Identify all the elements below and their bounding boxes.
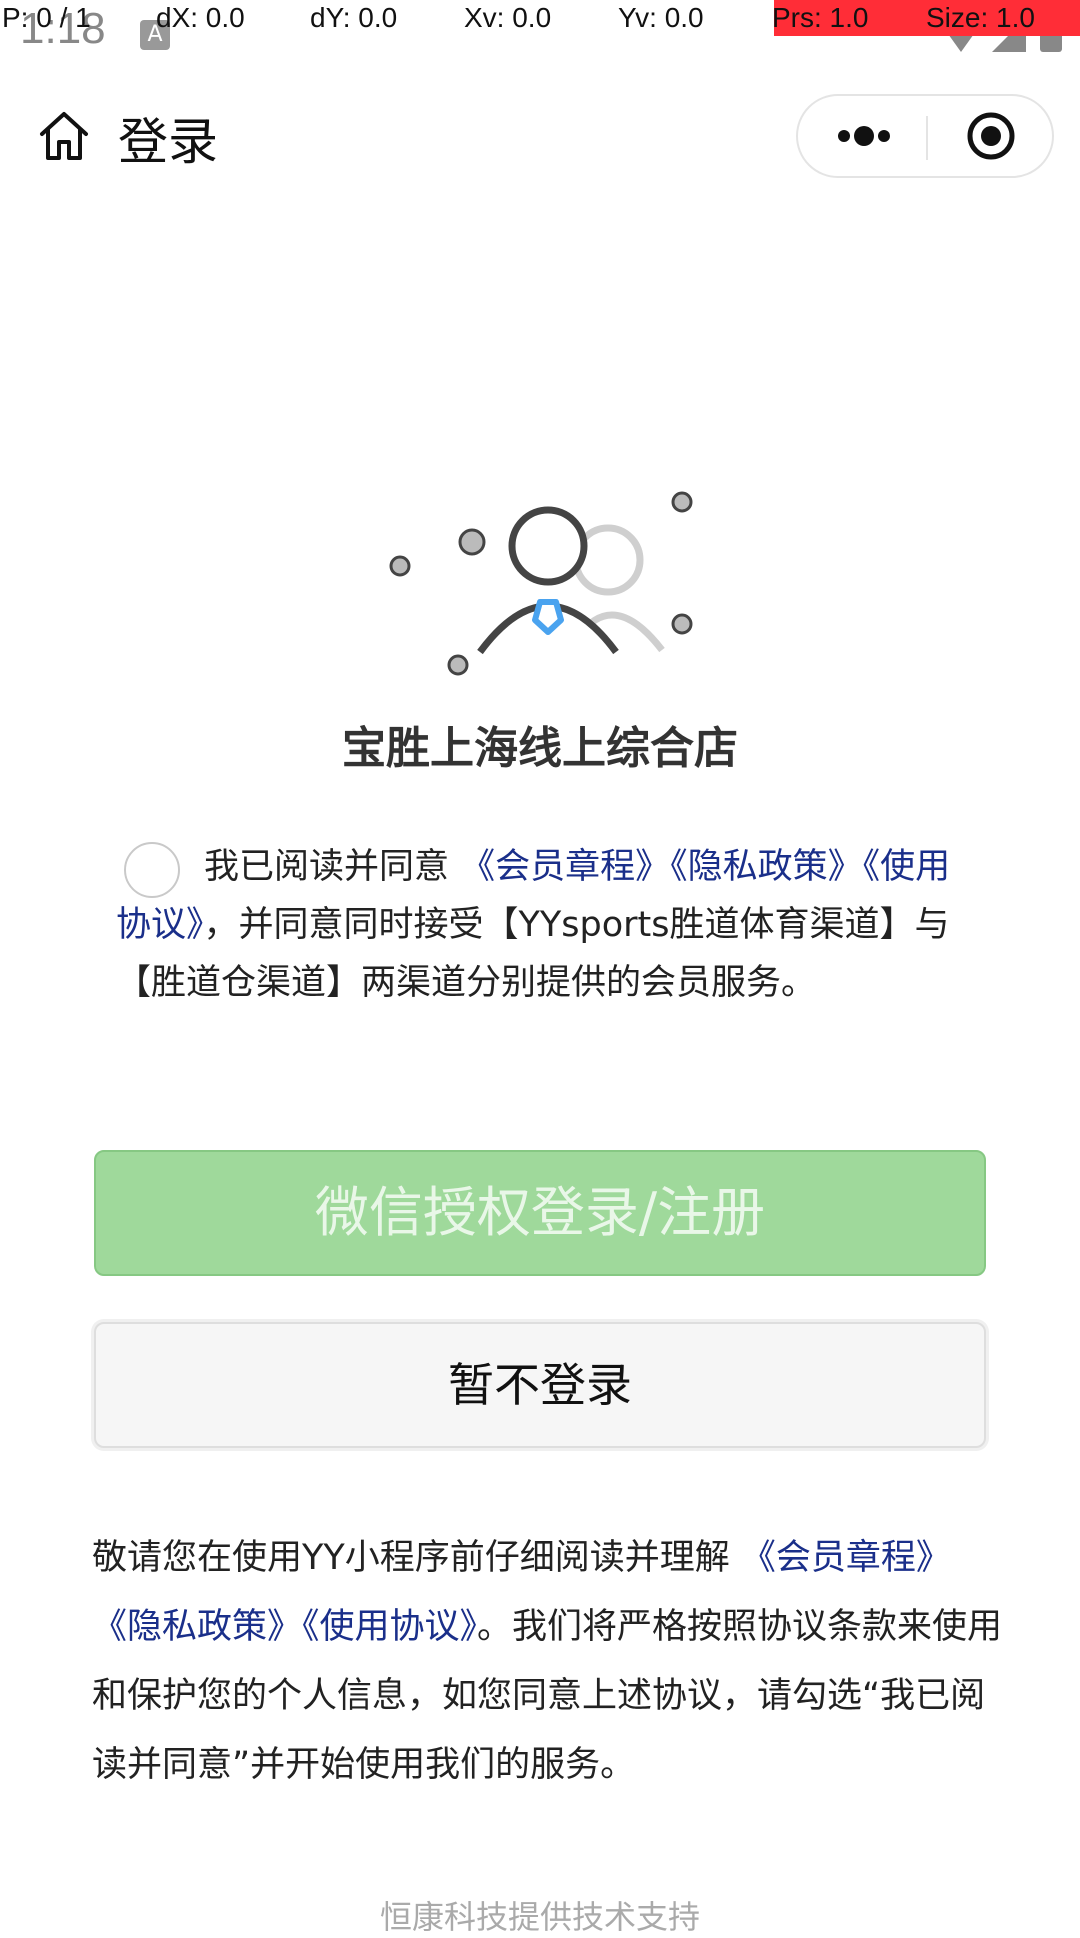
user-avatar-illustration xyxy=(389,491,693,676)
debug-yv: Yv: 0.0 xyxy=(618,2,704,33)
notice-member-charter-link[interactable]: 《会员章程》 xyxy=(741,1538,951,1578)
notice-terms-of-use-link[interactable]: 《使用协议》 xyxy=(302,1607,477,1647)
skip-login-button[interactable]: 暂不登录 xyxy=(94,1322,986,1448)
agreement-text: 我已阅读并同意 《会员章程》《隐私政策》《使用协议》，并同意同时接受【YYspo… xyxy=(116,838,956,1012)
privacy-policy-link[interactable]: 《隐私政策》 xyxy=(670,847,863,887)
debug-xv: Xv: 0.0 xyxy=(464,2,552,33)
debug-prs: Prs: 1.0 xyxy=(772,2,869,33)
store-name: 宝胜上海线上综合店 xyxy=(342,723,738,774)
notice-paragraph: 敬请您在使用YY小程序前仔细阅读并理解 《会员章程》 《隐私政策》《使用协议》。我… xyxy=(92,1524,1004,1800)
page-title: 登录 xyxy=(118,113,218,171)
wechat-login-button[interactable]: 微信授权登录/注册 xyxy=(94,1150,986,1276)
pointer-location-overlay: P: 0 / 1 dX: 0.0 dY: 0.0 Xv: 0.0 Yv: 0.0… xyxy=(0,0,1080,36)
member-charter-link[interactable]: 《会员章程》 xyxy=(460,847,670,887)
notice-prefix: 敬请您在使用YY小程序前仔细阅读并理解 xyxy=(92,1538,741,1578)
tech-support-footer: 恒康科技提供技术支持 xyxy=(379,1898,700,1936)
navigation-bar: 登录 xyxy=(0,80,1080,194)
menu-capsule xyxy=(796,94,1054,178)
home-icon[interactable] xyxy=(36,108,92,164)
notice-privacy-policy-link[interactable]: 《隐私政策》 xyxy=(92,1607,302,1647)
close-target-icon[interactable] xyxy=(928,96,1054,176)
agreement-prefix: 我已阅读并同意 xyxy=(204,847,461,887)
more-icon[interactable] xyxy=(798,96,926,176)
debug-dx: dX: 0.0 xyxy=(156,2,245,33)
debug-p: P: 0 / 1 xyxy=(2,2,91,33)
agreement-suffix: ，并同意同时接受【YYsports胜道体育渠道】与【胜道仓渠道】两渠道分别提供的… xyxy=(116,905,950,1003)
debug-dy: dY: 0.0 xyxy=(310,2,398,33)
debug-size: Size: 1.0 xyxy=(926,2,1035,33)
